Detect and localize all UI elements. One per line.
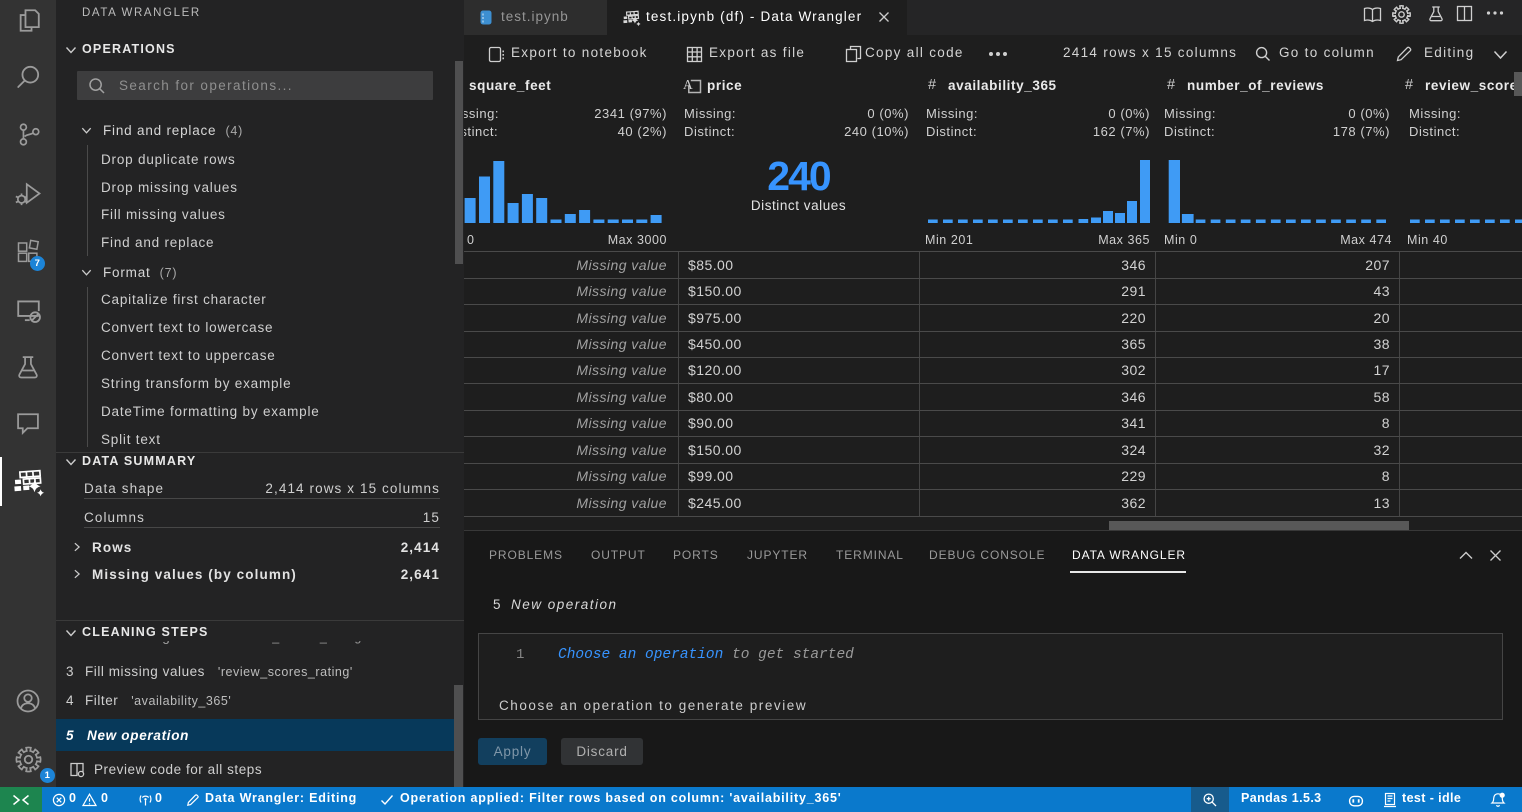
svg-text:A: A <box>683 77 693 92</box>
